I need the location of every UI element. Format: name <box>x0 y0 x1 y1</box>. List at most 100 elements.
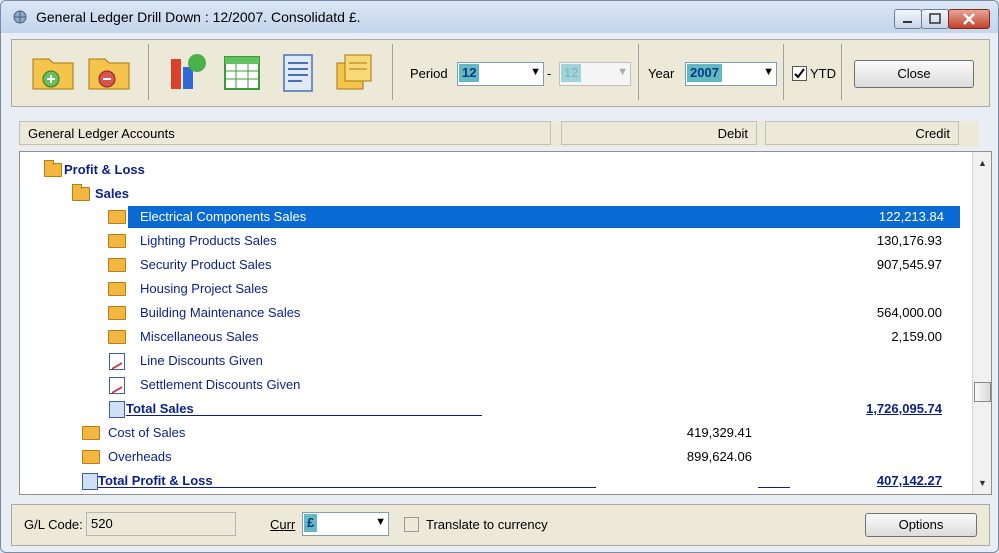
translate-checkbox[interactable] <box>404 517 419 532</box>
row-label: Electrical Components Sales <box>140 209 307 224</box>
footer-bar: G/L Code: 520 Curr £ ▼ Translate to curr… <box>11 504 990 546</box>
folder-icon <box>82 426 100 440</box>
tree-row-total-sales[interactable]: Total Sales 1,726,095.74 <box>20 398 970 420</box>
documents-icon <box>336 54 372 90</box>
gl-drilldown-window: General Ledger Drill Down : 12/2007. Con… <box>0 0 999 553</box>
total-underline <box>758 487 790 488</box>
row-credit: 907,545.97 <box>876 257 942 272</box>
app-icon <box>13 10 27 24</box>
ledger-account-icon <box>109 353 125 370</box>
tree-row-selected[interactable]: Electrical Components Sales 122,213.84 <box>128 206 960 228</box>
chevron-down-icon: ▼ <box>530 66 541 78</box>
scrollbar-thumb[interactable] <box>974 382 991 402</box>
folder-expand-icon <box>32 58 74 90</box>
period-from-value: 12 <box>459 64 480 82</box>
period-from-select[interactable]: 12 ▼ <box>457 62 544 86</box>
folder-open-icon <box>44 160 62 177</box>
scroll-down-icon[interactable]: ▼ <box>978 478 987 488</box>
currency-value: £ <box>304 514 318 532</box>
window-title: General Ledger Drill Down : 12/2007. Con… <box>36 9 361 25</box>
grid-view-button[interactable] <box>214 44 270 102</box>
maximize-icon <box>929 13 941 24</box>
toolbar-separator <box>148 44 149 100</box>
translate-label: Translate to currency <box>426 517 548 532</box>
report-icon <box>283 54 313 92</box>
header-credit[interactable]: Credit <box>765 121 959 145</box>
close-window-button[interactable] <box>948 9 990 29</box>
title-bar: General Ledger Drill Down : 12/2007. Con… <box>1 1 998 33</box>
tree-row[interactable]: Miscellaneous Sales 2,159.00 <box>20 326 970 348</box>
toolbar-separator <box>638 44 639 100</box>
folder-expand-button[interactable] <box>26 44 82 102</box>
period-to-value: 12 <box>561 64 582 82</box>
row-label: Profit & Loss <box>64 162 145 177</box>
row-debit: 899,624.06 <box>686 449 752 464</box>
tree-row[interactable]: Line Discounts Given <box>20 350 970 372</box>
scroll-up-icon[interactable]: ▲ <box>978 158 987 168</box>
row-label: Line Discounts Given <box>140 353 263 368</box>
minimize-button[interactable] <box>894 9 922 29</box>
row-label: Lighting Products Sales <box>140 233 277 248</box>
tree-row-sales[interactable]: Sales <box>20 183 970 205</box>
tree-row[interactable]: Building Maintenance Sales 564,000.00 <box>20 302 970 324</box>
maximize-button[interactable] <box>921 9 949 29</box>
toolbar-separator <box>783 44 784 100</box>
curr-label: Curr <box>270 517 296 532</box>
vertical-scrollbar[interactable]: ▲ ▼ <box>972 152 991 494</box>
row-label: Security Product Sales <box>140 257 272 272</box>
tree-row-cost-of-sales[interactable]: Cost of Sales 419,329.41 <box>20 422 970 444</box>
folder-collapse-button[interactable] <box>82 44 138 102</box>
ytd-label: YTD <box>810 66 836 81</box>
checkmark-icon <box>794 68 805 79</box>
row-label: Total Sales <box>126 401 194 416</box>
gl-code-label: G/L Code: <box>24 517 83 532</box>
total-underline <box>126 415 482 416</box>
minimize-icon <box>903 21 912 23</box>
report-button[interactable] <box>270 44 326 102</box>
tree-row-overheads[interactable]: Overheads 899,624.06 <box>20 446 970 468</box>
tree-row-total-profit-loss[interactable]: Total Profit & Loss 407,142.27 <box>20 470 970 492</box>
toolbar-separator <box>841 44 842 100</box>
folder-icon <box>108 306 126 320</box>
row-credit: 564,000.00 <box>876 305 942 320</box>
header-accounts[interactable]: General Ledger Accounts <box>19 121 551 145</box>
period-to-select[interactable]: 12 ▼ <box>559 62 631 86</box>
row-credit: 407,142.27 <box>876 473 942 488</box>
tree-row[interactable]: Settlement Discounts Given <box>20 374 970 396</box>
row-label: Housing Project Sales <box>140 281 268 296</box>
period-dash: - <box>547 66 552 81</box>
row-label: Settlement Discounts Given <box>140 377 301 392</box>
documents-button[interactable] <box>326 44 382 102</box>
folder-icon <box>108 330 126 344</box>
ytd-checkbox[interactable] <box>792 66 807 81</box>
chart-button[interactable] <box>158 44 214 102</box>
column-headers: General Ledger Accounts Debit Credit <box>19 121 979 147</box>
chevron-down-icon: ▼ <box>375 516 386 528</box>
options-button[interactable]: Options <box>865 513 977 537</box>
ledger-account-icon <box>109 377 125 394</box>
header-debit[interactable]: Debit <box>561 121 757 145</box>
toolbar-separator <box>392 44 393 100</box>
period-label: Period <box>410 66 448 81</box>
row-debit: 419,329.41 <box>686 425 752 440</box>
chevron-down-icon: ▼ <box>617 66 628 78</box>
year-value: 2007 <box>687 64 722 82</box>
close-button[interactable]: Close <box>854 60 974 88</box>
tree-row[interactable]: Security Product Sales 907,545.97 <box>20 254 970 276</box>
folder-open-icon <box>72 184 90 201</box>
year-label: Year <box>648 66 675 81</box>
folder-icon <box>108 234 126 248</box>
currency-select[interactable]: £ ▼ <box>302 512 389 536</box>
folder-icon <box>108 258 126 272</box>
tree-row[interactable]: Housing Project Sales <box>20 278 970 300</box>
folder-icon <box>108 210 126 224</box>
row-credit: 122,213.84 <box>878 209 944 224</box>
row-label: Sales <box>95 186 129 201</box>
year-select[interactable]: 2007 ▼ <box>685 62 777 86</box>
row-label: Overheads <box>108 449 172 464</box>
close-icon <box>963 13 975 25</box>
tree-row-profit-loss[interactable]: Profit & Loss <box>20 159 970 181</box>
total-icon <box>109 401 125 418</box>
tree-row[interactable]: Lighting Products Sales 130,176.93 <box>20 230 970 252</box>
row-label: Building Maintenance Sales <box>140 305 301 320</box>
